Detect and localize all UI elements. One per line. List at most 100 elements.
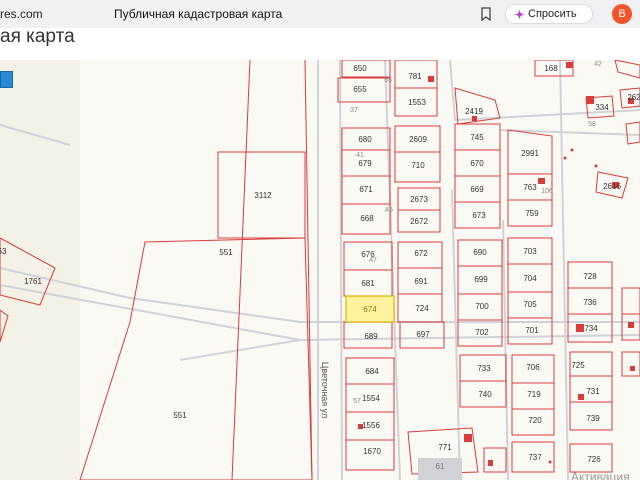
road	[559, 60, 569, 480]
parcel-label: 650	[353, 64, 367, 73]
parcel-label: 334	[595, 103, 609, 112]
parcel-label: 726	[587, 455, 601, 464]
sparkle-icon	[514, 9, 525, 20]
parcel-label: 706	[526, 363, 540, 372]
parcel-label: 1554	[362, 394, 380, 403]
building-marker	[464, 434, 472, 442]
map-layer-button[interactable]	[0, 71, 13, 88]
parcel-label: 63	[0, 247, 7, 256]
road	[499, 129, 640, 136]
parcel-label: 680	[358, 135, 372, 144]
parcel-label: 739	[586, 414, 600, 423]
parcel-label: 262	[627, 93, 640, 102]
house-number: 41	[356, 152, 364, 159]
house-number: 47	[369, 257, 377, 264]
building-marker	[472, 116, 477, 121]
parcel-label: 745	[470, 133, 484, 142]
parcel-label: 724	[415, 304, 429, 313]
parcel-label: 2672	[410, 217, 428, 226]
parcel-label: 673	[472, 211, 486, 220]
building-marker	[586, 96, 594, 104]
parcel-label: 2419	[465, 107, 483, 116]
parcel-label: 737	[528, 453, 542, 462]
parcel-label: 700	[475, 302, 489, 311]
parcel-label: 669	[470, 185, 484, 194]
parcel-label: 740	[478, 390, 492, 399]
map-canvas[interactable]: 650 655 781 1553 168 334 262 2419 745 67…	[0, 60, 640, 480]
ask-button[interactable]: Спросить	[505, 4, 593, 24]
road	[502, 219, 509, 480]
parcel-label: 691	[414, 277, 428, 286]
parcel-label: 3112	[254, 191, 272, 200]
parcel-label: 2609	[409, 135, 427, 144]
parcel-label: 2673	[410, 195, 428, 204]
parcel-label: 728	[583, 272, 597, 281]
parcel-label: 1556	[362, 421, 380, 430]
ask-button-label: Спросить	[528, 8, 577, 20]
parcel-label: 734	[584, 324, 598, 333]
road	[0, 267, 640, 323]
parcel-label: 61	[436, 462, 445, 471]
parcel-edge	[621, 287, 640, 315]
parcel-edge	[621, 351, 640, 377]
page-header: ая карта	[0, 26, 640, 60]
page-tab-title: Публичная кадастровая карта	[114, 7, 283, 21]
parcel-label: 710	[411, 161, 425, 170]
house-number: 55	[384, 77, 392, 84]
parcel-label: 763	[523, 183, 537, 192]
road	[451, 189, 461, 480]
parcel-label: 672	[414, 249, 428, 258]
house-number: 37	[350, 107, 358, 114]
parcel-label: 671	[359, 185, 373, 194]
parcel-label: 703	[523, 247, 537, 256]
parcel-label: 2991	[521, 149, 539, 158]
house-number: 57	[353, 398, 361, 405]
parcel-label: 689	[364, 332, 378, 341]
parcel-label: 1553	[408, 98, 426, 107]
parcel-label: 736	[583, 298, 597, 307]
building-marker	[538, 178, 545, 184]
parcels-layer	[0, 60, 640, 480]
parcel-label: 679	[358, 159, 372, 168]
parcel-label: 670	[470, 159, 484, 168]
boundary-lines	[231, 60, 313, 480]
parcel-label: 719	[527, 390, 541, 399]
building-marker	[630, 366, 635, 371]
building-marker	[578, 394, 584, 400]
parcel-label: 1761	[24, 277, 42, 286]
parcel-label: 1670	[363, 447, 381, 456]
boundary-line	[231, 60, 251, 480]
parcel-label: 697	[416, 330, 430, 339]
house-number: 45	[385, 207, 393, 214]
windows-activation-watermark: Активация	[571, 470, 630, 480]
parcel-edge	[483, 447, 507, 473]
road	[0, 284, 640, 342]
point-marker	[548, 460, 552, 464]
parcel-label: 551	[173, 411, 187, 420]
browser-toolbar: res.com Публичная кадастровая карта Спро…	[0, 0, 640, 29]
parcel-label: 759	[525, 209, 539, 218]
point-marker	[594, 164, 598, 168]
parcel-label: 2616	[603, 182, 621, 191]
bookmark-icon[interactable]	[480, 7, 492, 21]
parcel-label: 701	[525, 326, 539, 335]
parcel-label: 705	[523, 300, 537, 309]
parcel-label: 681	[361, 279, 375, 288]
road	[179, 339, 301, 361]
cadastral-map[interactable]: 650 655 781 1553 168 334 262 2419 745 67…	[0, 60, 640, 480]
parcel-label: 551	[219, 248, 233, 257]
page-title: ая карта	[0, 26, 75, 47]
profile-avatar[interactable]: В	[612, 4, 632, 24]
parcel-label: 655	[353, 85, 367, 94]
address-bar-url[interactable]: res.com	[0, 7, 43, 21]
building-marker	[576, 324, 584, 332]
house-number: 58	[588, 121, 596, 128]
parcel-label: 781	[408, 72, 422, 81]
parcel-label: 699	[474, 275, 488, 284]
parcel-label: 168	[544, 64, 558, 73]
parcel-label: 731	[586, 387, 600, 396]
building-marker	[488, 460, 493, 466]
parcel-label: 725	[571, 361, 585, 370]
parcel-label-selected: 674	[363, 305, 377, 314]
parcel-label: 690	[473, 248, 487, 257]
